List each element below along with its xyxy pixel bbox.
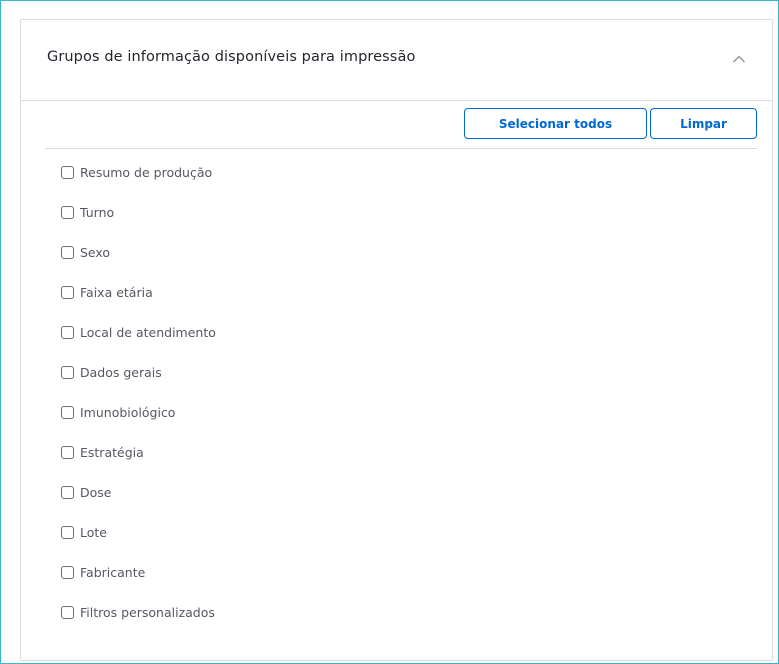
checkbox[interactable] <box>61 325 74 339</box>
option-label: Fabricante <box>80 564 146 580</box>
option-dados-gerais[interactable]: Dados gerais <box>61 352 216 392</box>
checkbox[interactable] <box>61 285 74 299</box>
option-label: Dose <box>80 484 112 500</box>
checkbox[interactable] <box>61 165 74 179</box>
checkbox[interactable] <box>61 365 74 379</box>
option-filtros-personalizados[interactable]: Filtros personalizados <box>61 592 216 632</box>
option-lote[interactable]: Lote <box>61 512 216 552</box>
option-label: Filtros personalizados <box>80 604 215 620</box>
option-sexo[interactable]: Sexo <box>61 232 216 272</box>
option-label: Lote <box>80 524 107 540</box>
checkbox[interactable] <box>61 245 74 259</box>
option-label: Imunobiológico <box>80 404 176 420</box>
checkbox[interactable] <box>61 205 74 219</box>
option-fabricante[interactable]: Fabricante <box>61 552 216 592</box>
checkbox[interactable] <box>61 565 74 579</box>
option-dose[interactable]: Dose <box>61 472 216 512</box>
info-group-list: Resumo de produção Turno Sexo Faixa etár… <box>61 162 216 642</box>
option-label: Turno <box>80 204 115 220</box>
option-label: Faixa etária <box>80 284 153 300</box>
checkbox[interactable] <box>61 405 74 419</box>
option-local-de-atendimento[interactable]: Local de atendimento <box>61 312 216 352</box>
option-label: Estratégia <box>80 444 144 460</box>
panel-header[interactable]: Grupos de informação disponíveis para im… <box>21 20 772 101</box>
checkbox[interactable] <box>61 485 74 499</box>
option-imunobiologico[interactable]: Imunobiológico <box>61 392 216 432</box>
option-label: Sexo <box>80 244 111 260</box>
panel-title: Grupos de informação disponíveis para im… <box>47 49 416 65</box>
option-faixa-etaria[interactable]: Faixa etária <box>61 272 216 312</box>
option-label: Local de atendimento <box>80 324 216 340</box>
select-all-button[interactable]: Selecionar todos <box>464 108 647 139</box>
checkbox[interactable] <box>61 525 74 539</box>
option-resumo-de-producao[interactable]: Resumo de produção <box>61 152 216 192</box>
option-label: Resumo de produção <box>80 164 213 180</box>
checkbox[interactable] <box>61 445 74 459</box>
chevron-up-icon[interactable] <box>732 54 746 64</box>
option-label: Dados gerais <box>80 364 162 380</box>
checkbox[interactable] <box>61 605 74 619</box>
option-turno[interactable]: Turno <box>61 192 216 232</box>
option-estrategia[interactable]: Estratégia <box>61 432 216 472</box>
clear-button[interactable]: Limpar <box>650 108 757 139</box>
selection-toolbar: Selecionar todos Limpar <box>45 108 757 149</box>
outer-frame: Grupos de informação disponíveis para im… <box>0 0 779 664</box>
print-groups-panel: Grupos de informação disponíveis para im… <box>20 19 773 661</box>
